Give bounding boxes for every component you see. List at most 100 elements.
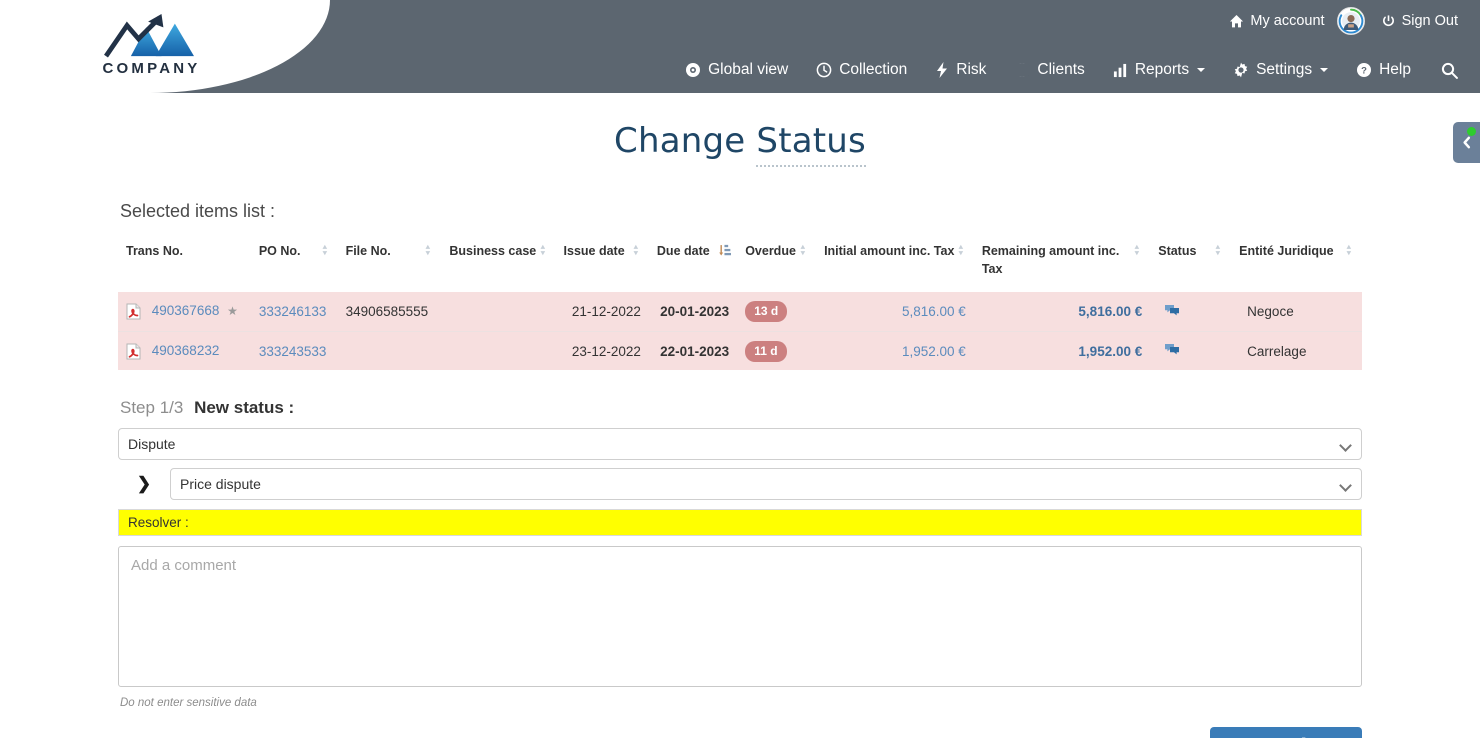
avatar[interactable] bbox=[1337, 7, 1365, 35]
brand-name: COMPANY bbox=[100, 60, 201, 77]
overdue-badge: 13 d bbox=[745, 301, 787, 322]
resolver-label: Resolver : bbox=[128, 515, 189, 530]
cell-issue-date: 21-12-2022 bbox=[556, 292, 649, 331]
resolver-bar[interactable]: Resolver : bbox=[118, 509, 1362, 536]
pdf-icon[interactable] bbox=[126, 303, 141, 320]
eye-icon bbox=[685, 62, 701, 78]
side-panel-toggle[interactable] bbox=[1453, 122, 1480, 163]
nav-label: Collection bbox=[839, 61, 907, 79]
table-row[interactable]: 490368232 333243533 23-12-2022 22-01-202… bbox=[118, 331, 1362, 370]
logo-panel: COMPANY bbox=[0, 0, 330, 93]
nav-search-button[interactable] bbox=[1425, 57, 1468, 84]
home-icon bbox=[1229, 14, 1244, 29]
substatus-select[interactable]: Price dispute bbox=[170, 468, 1362, 500]
cell-business-case bbox=[441, 292, 555, 331]
search-icon bbox=[1441, 62, 1458, 79]
cell-initial-amount: 5,816.00 € bbox=[816, 292, 974, 331]
cell-file-no: 34906585555 bbox=[338, 292, 442, 331]
col-business-case[interactable]: Business case bbox=[441, 236, 555, 292]
nav-item-settings[interactable]: Settings bbox=[1219, 56, 1342, 84]
my-account-link[interactable]: My account bbox=[1221, 9, 1332, 33]
col-status[interactable]: Status bbox=[1150, 236, 1231, 292]
page-title: Change Status bbox=[0, 93, 1480, 167]
col-label: PO No. bbox=[259, 244, 301, 258]
po-no-link[interactable]: 333246133 bbox=[259, 304, 327, 319]
col-trans-no[interactable]: Trans No. bbox=[118, 236, 251, 292]
table-header-row: Trans No. PO No. File No. bbox=[118, 236, 1362, 292]
col-file-no[interactable]: File No. bbox=[338, 236, 442, 292]
status-select-wrap: Dispute bbox=[118, 428, 1362, 460]
cell-file-no bbox=[338, 331, 442, 370]
cell-overdue: 13 d bbox=[737, 292, 816, 331]
notification-dot bbox=[1467, 127, 1476, 136]
table-header: Trans No. PO No. File No. bbox=[118, 236, 1362, 292]
col-label: File No. bbox=[346, 244, 391, 258]
nav-label: Global view bbox=[708, 61, 788, 79]
comment-input[interactable] bbox=[118, 546, 1362, 687]
cell-po-no: 333246133 bbox=[251, 292, 338, 331]
table-row[interactable]: 490367668 ★ 333246133 34906585555 21-12-… bbox=[118, 292, 1362, 331]
col-entite-juridique[interactable]: Entité Juridique bbox=[1231, 236, 1362, 292]
selected-items-table: Trans No. PO No. File No. bbox=[118, 236, 1362, 370]
sort-icon bbox=[1344, 243, 1356, 257]
brand-logo[interactable]: COMPANY bbox=[100, 14, 201, 77]
status-select[interactable]: Dispute bbox=[118, 428, 1362, 460]
col-initial-amount[interactable]: Initial amount inc. Tax bbox=[816, 236, 974, 292]
cell-trans-no: 490367668 ★ bbox=[118, 292, 251, 331]
chevron-down-icon bbox=[1320, 68, 1328, 72]
nav-item-collection[interactable]: Collection bbox=[802, 56, 921, 84]
comment-bubbles-icon[interactable] bbox=[1164, 304, 1180, 317]
cell-overdue: 11 d bbox=[737, 331, 816, 370]
app-header: COMPANY My account Sign Out bbox=[0, 0, 1480, 93]
trans-no-link[interactable]: 490367668 bbox=[152, 303, 220, 318]
table-body: 490367668 ★ 333246133 34906585555 21-12-… bbox=[118, 292, 1362, 370]
sort-icon bbox=[956, 243, 968, 257]
bar-chart-icon bbox=[1113, 63, 1128, 78]
footer-actions: Next ❯ bbox=[118, 727, 1362, 738]
next-button[interactable]: Next ❯ bbox=[1210, 727, 1362, 738]
cell-status bbox=[1150, 331, 1231, 370]
col-po-no[interactable]: PO No. bbox=[251, 236, 338, 292]
cell-po-no: 333243533 bbox=[251, 331, 338, 370]
clock-icon bbox=[816, 62, 832, 78]
trans-no-link[interactable]: 490368232 bbox=[152, 343, 220, 358]
bolt-icon bbox=[935, 62, 949, 78]
sort-icon bbox=[798, 243, 810, 257]
nav-item-help[interactable]: ? Help bbox=[1342, 56, 1425, 84]
step-number: Step 1/3 bbox=[120, 398, 183, 417]
col-label: Initial amount inc. Tax bbox=[824, 244, 954, 258]
col-overdue[interactable]: Overdue bbox=[737, 236, 816, 292]
cell-trans-no: 490368232 bbox=[118, 331, 251, 370]
power-icon bbox=[1381, 14, 1396, 29]
cell-status bbox=[1150, 292, 1231, 331]
cell-entity: Carrelage bbox=[1231, 331, 1362, 370]
sensitive-data-hint: Do not enter sensitive data bbox=[120, 697, 1362, 709]
nav-item-risk[interactable]: Risk bbox=[921, 56, 1000, 84]
sort-icon bbox=[1132, 243, 1144, 257]
nav-item-reports[interactable]: Reports bbox=[1099, 56, 1219, 84]
nav-label: Risk bbox=[956, 61, 986, 79]
nav-label: Reports bbox=[1135, 61, 1189, 79]
nav-label: Settings bbox=[1256, 61, 1312, 79]
nav-item-global-view[interactable]: Global view bbox=[671, 56, 802, 84]
mountain-chart-arrow-logo-icon bbox=[102, 14, 198, 58]
sort-icon-active bbox=[719, 243, 731, 257]
new-status-label: New status : bbox=[194, 398, 294, 417]
selected-items-label: Selected items list : bbox=[120, 201, 1362, 222]
comment-bubbles-icon[interactable] bbox=[1164, 343, 1180, 356]
page-container: Selected items list : Trans No. PO No. bbox=[118, 167, 1362, 738]
col-issue-date[interactable]: Issue date bbox=[556, 236, 649, 292]
sort-icon bbox=[1213, 243, 1225, 257]
po-no-link[interactable]: 333243533 bbox=[259, 344, 327, 359]
col-due-date[interactable]: Due date bbox=[649, 236, 737, 292]
pdf-icon[interactable] bbox=[126, 343, 141, 360]
star-icon[interactable]: ★ bbox=[227, 304, 238, 318]
sort-icon bbox=[320, 243, 332, 257]
chevron-right-icon: ❯ bbox=[118, 474, 170, 494]
sort-icon bbox=[538, 243, 550, 257]
sign-out-link[interactable]: Sign Out bbox=[1373, 9, 1466, 33]
col-remaining-amount[interactable]: Remaining amount inc. Tax bbox=[974, 236, 1150, 292]
nav-item-clients[interactable]: Clients bbox=[1000, 56, 1098, 84]
header-account-bar: My account Sign Out bbox=[1221, 7, 1466, 35]
cell-due-date: 22-01-2023 bbox=[649, 331, 737, 370]
